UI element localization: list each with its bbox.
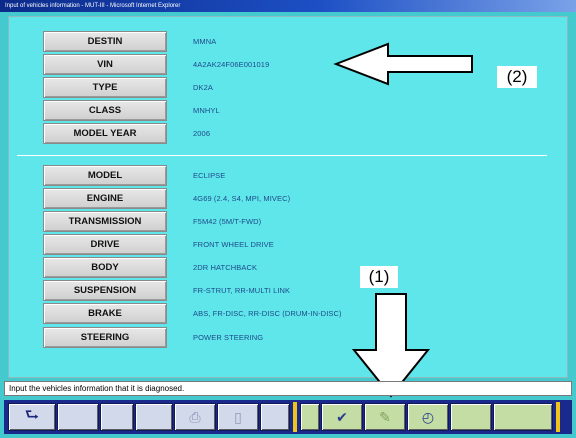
toolbar-empty-button-2[interactable] <box>100 403 134 431</box>
delete-icon: ▯ <box>234 408 242 425</box>
print-button[interactable]: ⎙ <box>174 403 216 431</box>
bottom-toolbar: ⮑ ⎙ ▯ ✔ ✎ ◴ <box>4 400 572 434</box>
callout-label-1: (1) <box>360 266 398 288</box>
toolbar-empty-button-4[interactable] <box>260 403 290 431</box>
annotation-overlay <box>333 42 473 398</box>
print-icon: ⎙ <box>189 408 201 425</box>
app-window: Input of vehicles information - MUT-III … <box>0 0 576 438</box>
toolbar-separator-right <box>556 402 560 432</box>
arrow-left-annotation <box>333 42 473 86</box>
status-message: Input the vehicles information that it i… <box>4 381 572 396</box>
toolbar-separator-left <box>293 402 297 432</box>
toolbar-empty-button-5[interactable] <box>300 403 320 431</box>
confirm-button[interactable]: ✔ <box>321 403 363 431</box>
gauge-icon: ◴ <box>421 408 435 425</box>
toolbar-empty-button-3[interactable] <box>135 403 173 431</box>
delete-button[interactable]: ▯ <box>217 403 259 431</box>
toolbar-empty-button-1[interactable] <box>57 403 99 431</box>
gauge-button[interactable]: ◴ <box>407 403 449 431</box>
pen-icon: ✎ <box>379 408 391 425</box>
toolbar-empty-button-7[interactable] <box>493 403 553 431</box>
callout-label-2: (2) <box>497 66 537 88</box>
back-icon: ⮑ <box>24 406 40 424</box>
edit-button[interactable]: ✎ <box>364 403 406 431</box>
back-button[interactable]: ⮑ <box>8 403 56 431</box>
toolbar-empty-button-6[interactable] <box>450 403 492 431</box>
check-icon: ✔ <box>336 408 348 425</box>
